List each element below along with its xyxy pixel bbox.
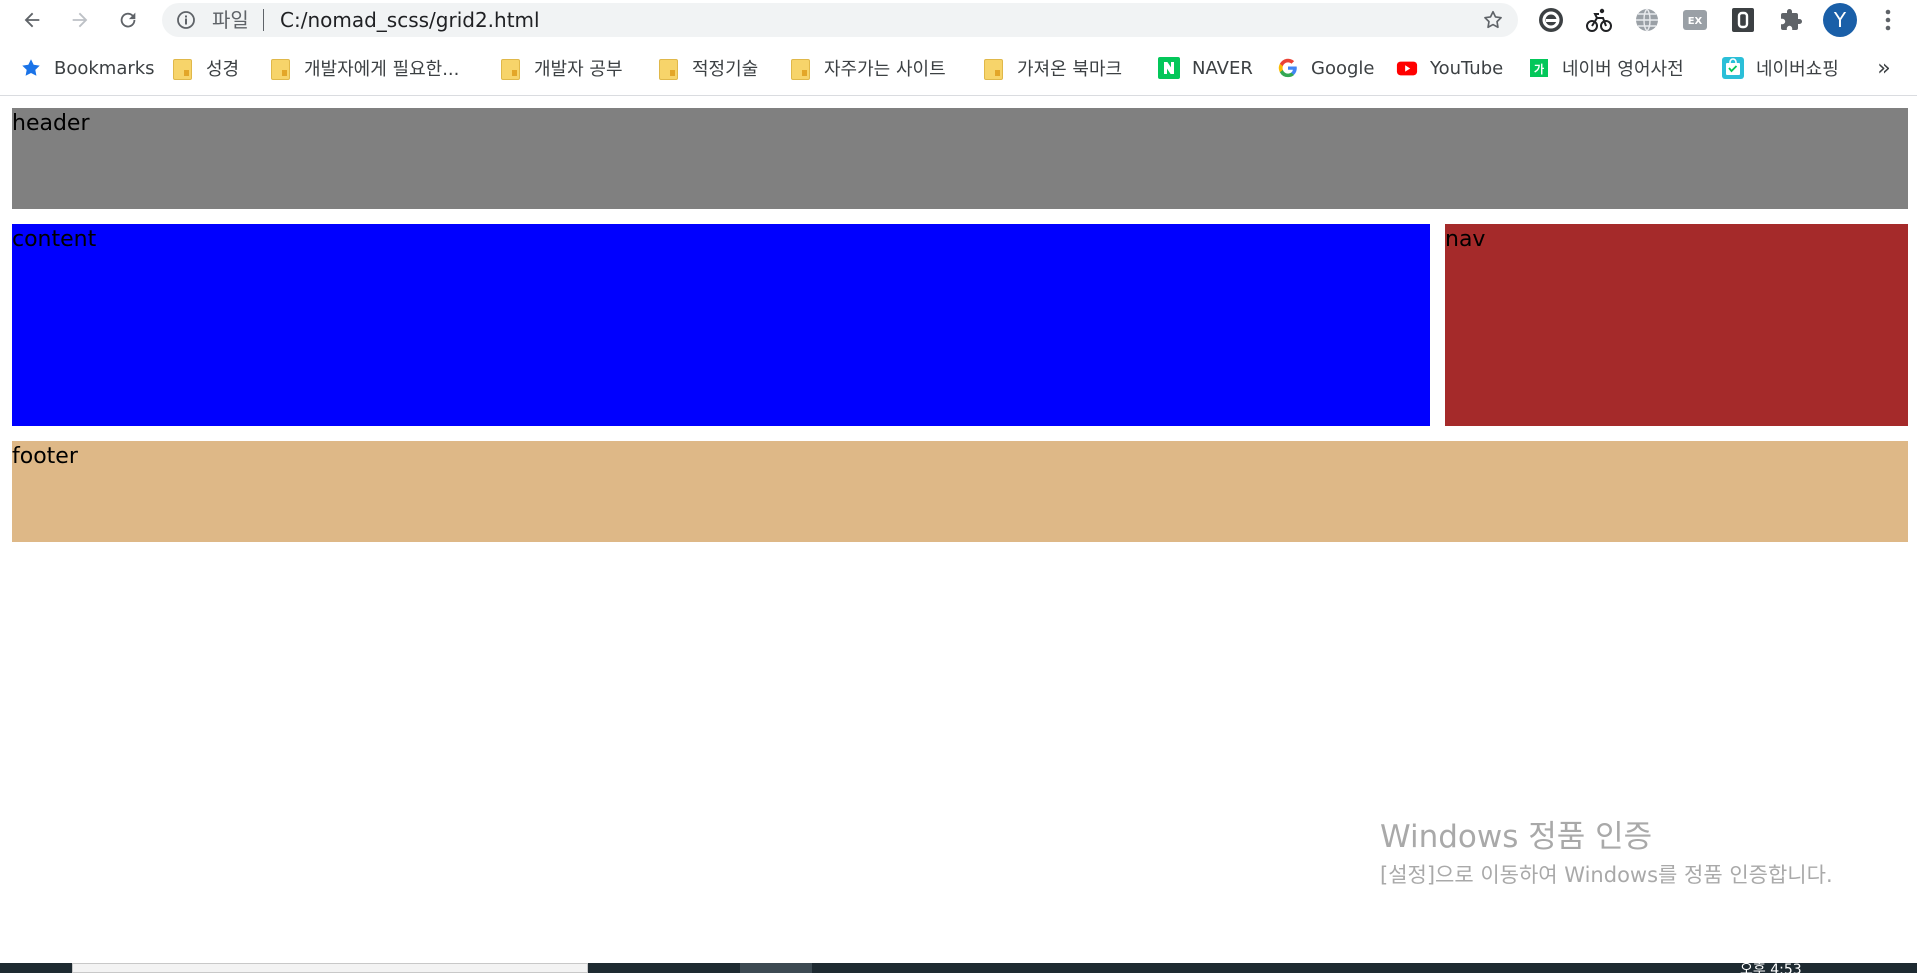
naver-shopping-icon <box>1722 57 1744 79</box>
bookmark-label: NAVER <box>1192 57 1253 79</box>
edge-ext-icon[interactable] <box>1537 6 1565 34</box>
forward-icon[interactable] <box>64 4 96 36</box>
bookmark-label: 자주가는 사이트 <box>824 59 946 80</box>
naver-dict-icon: 가 <box>1528 57 1550 79</box>
bookmark-folder-imported[interactable]: 가져온 북마크 <box>983 52 1122 84</box>
bookmark-folder-dev-needs[interactable]: 개발자에게 필요한... <box>270 52 459 84</box>
bookmark-label: 성경 <box>206 59 240 80</box>
folder-icon <box>270 57 292 80</box>
browser-toolbar: 파일 C:/nomad_scss/grid2.html EX Y <box>0 0 1917 40</box>
more-vert-icon[interactable] <box>1874 6 1902 34</box>
info-icon[interactable] <box>176 10 196 30</box>
windows-taskbar: 오후 4:53 <box>0 962 1917 978</box>
bookmark-folder-bible[interactable]: 성경 <box>172 52 239 84</box>
cycling-ext-icon[interactable] <box>1585 6 1613 34</box>
address-url[interactable]: C:/nomad_scss/grid2.html <box>280 9 540 31</box>
folder-icon <box>172 57 194 80</box>
naver-icon <box>1158 57 1180 79</box>
bookmark-label: Google <box>1311 57 1375 79</box>
bookmark-label: 개발자에게 필요한... <box>304 59 460 80</box>
bookmark-naver[interactable]: NAVER <box>1158 52 1253 84</box>
google-icon <box>1278 58 1297 78</box>
address-scheme: 파일 <box>212 8 249 32</box>
grid-content: content <box>12 224 1430 426</box>
folder-icon <box>500 57 522 80</box>
star-icon[interactable] <box>1482 9 1504 31</box>
address-separator <box>263 9 264 31</box>
address-bar[interactable]: 파일 C:/nomad_scss/grid2.html <box>162 3 1518 37</box>
bookmark-item-bookmarks[interactable]: Bookmarks <box>20 52 155 84</box>
svg-text:EX: EX <box>1688 16 1703 27</box>
bookmark-label: 네이버쇼핑 <box>1756 59 1839 80</box>
ex-ext-icon[interactable]: EX <box>1681 6 1709 34</box>
bookmark-label: Bookmarks <box>54 57 155 79</box>
youtube-icon <box>1396 61 1418 76</box>
grid-footer: footer <box>12 441 1908 542</box>
star-icon <box>22 59 40 76</box>
bookmark-naver-dictionary[interactable]: 가 네이버 영어사전 <box>1528 52 1684 84</box>
taskbar-active-app[interactable] <box>740 963 812 973</box>
grid-header: header <box>12 108 1908 209</box>
bookmark-youtube[interactable]: YouTube <box>1396 52 1503 84</box>
reload-icon[interactable] <box>112 4 144 36</box>
bookmark-label: YouTube <box>1430 57 1504 79</box>
bookmark-google[interactable]: Google <box>1277 52 1374 84</box>
globe-ext-icon[interactable] <box>1633 6 1661 34</box>
bookmark-label: 적정기술 <box>692 59 759 80</box>
bookmarks-overflow-button[interactable]: » <box>1872 52 1896 84</box>
bookmarks-bar: Bookmarks 성경 개발자에게 필요한... 개발자 공부 적정기술 자주… <box>0 40 1917 96</box>
folder-icon <box>790 57 812 80</box>
windows-activation-watermark: Windows 정품 인증 [설정]으로 이동하여 Windows를 정품 인증… <box>1380 818 1860 890</box>
svg-text:가: 가 <box>1534 62 1544 76</box>
back-icon[interactable] <box>16 4 48 36</box>
zero-ext-icon[interactable] <box>1729 6 1757 34</box>
profile-avatar[interactable]: Y <box>1823 3 1857 37</box>
folder-icon <box>658 57 680 80</box>
bookmark-folder-dev-study[interactable]: 개발자 공부 <box>500 52 623 84</box>
bookmark-label: 네이버 영어사전 <box>1562 59 1684 80</box>
bookmark-folder-appropriate-tech[interactable]: 적정기술 <box>658 52 758 84</box>
bookmark-label: 개발자 공부 <box>534 59 623 80</box>
bookmark-naver-shopping[interactable]: 네이버쇼핑 <box>1722 52 1839 84</box>
grid-nav: nav <box>1445 224 1908 426</box>
watermark-title: Windows 정품 인증 <box>1380 819 1653 855</box>
taskbar-clock[interactable]: 오후 4:53 <box>1740 959 1802 979</box>
bookmark-folder-frequent-sites[interactable]: 자주가는 사이트 <box>790 52 946 84</box>
taskbar-search-box[interactable] <box>72 963 588 973</box>
watermark-text: [설정]으로 이동하여 Windows를 정품 인증합니다. <box>1380 863 1833 887</box>
bookmark-label: 가져온 북마크 <box>1017 59 1123 80</box>
folder-icon <box>983 57 1005 80</box>
puzzle-extensions-icon[interactable] <box>1777 6 1805 34</box>
